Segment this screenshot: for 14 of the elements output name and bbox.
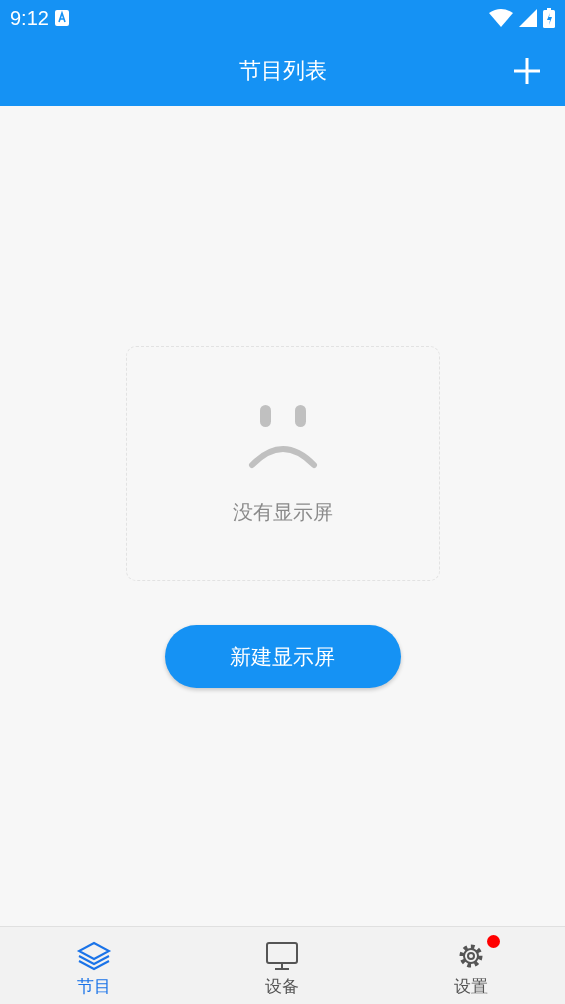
- monitor-icon: [264, 941, 301, 971]
- signal-icon: [519, 9, 537, 27]
- sad-face-icon: [247, 405, 318, 469]
- keyboard-icon: [54, 10, 69, 26]
- app-bar-title: 节目列表: [238, 57, 327, 85]
- battery-icon: [543, 8, 555, 28]
- wifi-icon: [489, 9, 513, 27]
- add-button[interactable]: [513, 57, 541, 85]
- nav-tab[interactable]: 设置: [376, 927, 565, 1004]
- empty-message: 没有显示屏: [232, 499, 333, 526]
- layers-icon: [76, 941, 113, 971]
- nav-tab[interactable]: 节目: [0, 927, 189, 1004]
- status-time: 9:12: [10, 6, 49, 30]
- nav-tab[interactable]: 设备: [188, 927, 377, 1004]
